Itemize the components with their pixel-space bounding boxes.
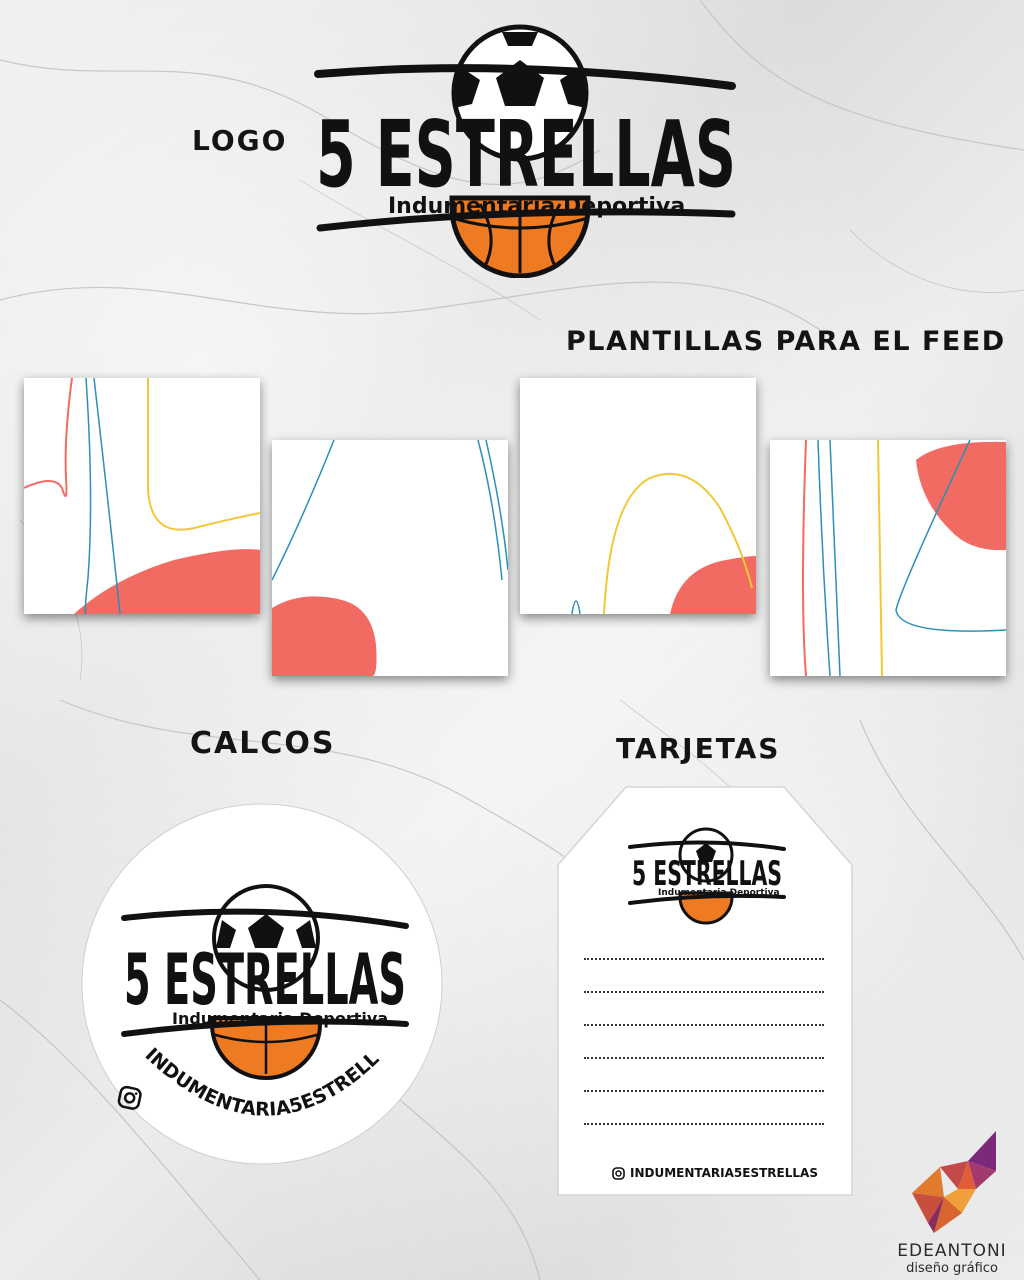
logo-subtitle: Indumentaria Deportiva <box>388 194 685 219</box>
logo-title: 5 ESTRELLAS <box>316 101 736 208</box>
tag-handle: INDUMENTARIA5ESTRELLAS <box>612 1166 818 1180</box>
feed-template-1 <box>24 378 260 614</box>
write-line <box>584 991 824 993</box>
heading-logo: LOGO <box>192 124 288 157</box>
main-logo: 5 ESTRELLAS Indumentaria Deportiva <box>314 24 736 278</box>
instagram-icon <box>612 1166 625 1180</box>
write-line <box>584 1024 824 1026</box>
heading-calcos: CALCOS <box>190 726 336 761</box>
write-line <box>584 1123 824 1125</box>
brand-name: EDEANTONI <box>897 1241 1007 1261</box>
sticker-logo-subtitle: Indumentaria Deportiva <box>172 1009 388 1028</box>
designer-brand: EDEANTONI diseño gráfico <box>892 1131 1012 1276</box>
feed-template-3 <box>520 378 756 614</box>
heading-feed: PLANTILLAS PARA EL FEED <box>566 326 1006 357</box>
write-line <box>584 1090 824 1092</box>
write-line <box>584 1057 824 1059</box>
tag-handle-text: INDUMENTARIA5ESTRELLAS <box>630 1166 818 1180</box>
brand-tagline: diseño gráfico <box>906 1261 998 1276</box>
heading-tarjetas: TARJETAS <box>616 732 781 765</box>
feed-template-4 <box>770 440 1006 676</box>
tag-logo-subtitle: Indumentaria Deportiva <box>658 888 780 898</box>
write-line <box>584 958 824 960</box>
sticker: 5 ESTRELLAS Indumentaria Deportiva INDUM… <box>76 798 443 1165</box>
edeantoni-logo-icon <box>912 1131 996 1233</box>
feed-template-2 <box>272 440 508 676</box>
tag-write-lines <box>584 958 824 1156</box>
